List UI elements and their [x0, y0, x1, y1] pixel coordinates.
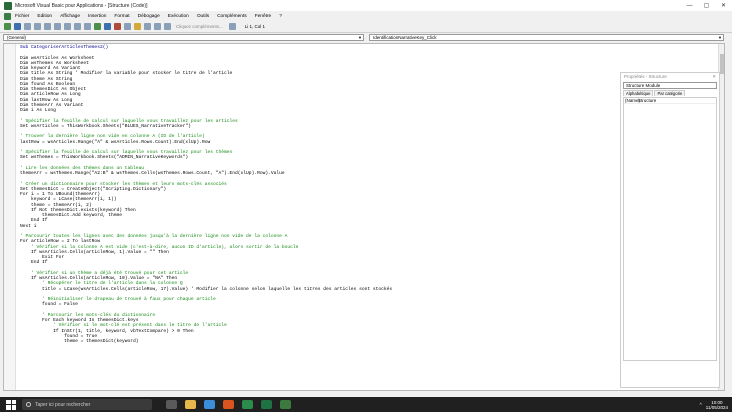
menu-insertion[interactable]: Insertion: [88, 14, 106, 19]
search-placeholder: Taper ici pour rechercher: [35, 401, 91, 408]
windows-taskbar: Taper ici pour rechercher ^ 10:00 11/05/…: [0, 397, 732, 412]
start-windows-icon[interactable]: [6, 399, 16, 410]
minimize-button[interactable]: —: [681, 0, 698, 11]
procedure-combobox[interactable]: IdentificationNarrativeKey_Click ▼: [369, 34, 724, 41]
clock-date: 11/05/2024: [705, 404, 728, 410]
menu-fenetre[interactable]: Fenêtre: [255, 14, 272, 19]
standard-toolbar: Cliquez compléments... Li 1, Col 1: [0, 21, 732, 33]
procedure-combobox-value: IdentificationNarrativeKey_Click: [373, 35, 437, 40]
cursor-position: Li 1, Col 1: [244, 24, 266, 29]
task-view-icon[interactable]: [166, 400, 177, 409]
properties-grid: (Name) Structure: [623, 97, 717, 361]
design-mode-icon[interactable]: [124, 23, 131, 30]
redo-icon[interactable]: [84, 23, 91, 30]
properties-close-icon[interactable]: ✕: [712, 74, 716, 80]
pause-icon[interactable]: [104, 23, 111, 30]
project-explorer-icon[interactable]: [134, 23, 141, 30]
menu-bar: Fichier Edition Affichage Insertion Form…: [0, 11, 732, 21]
file-explorer-icon[interactable]: [185, 400, 196, 409]
menu-affichage[interactable]: Affichage: [60, 14, 80, 19]
excel-view-icon[interactable]: [4, 23, 11, 30]
tab-par-categorie[interactable]: Par catégorie: [654, 90, 686, 96]
menu-edition[interactable]: Edition: [37, 14, 52, 19]
chrome-icon[interactable]: [242, 400, 253, 409]
clock[interactable]: 10:00 11/05/2024: [706, 400, 728, 410]
vba-app-icon: [4, 1, 12, 10]
vba-taskbar-icon[interactable]: [280, 400, 291, 409]
window-title: Microsoft Visual Basic pour Applications…: [15, 2, 148, 9]
undo-icon[interactable]: [74, 23, 81, 30]
vba-editor-window: Microsoft Visual Basic pour Applications…: [0, 0, 732, 412]
cut-icon[interactable]: [34, 23, 41, 30]
toolbar-placeholder: Cliquez compléments...: [176, 24, 223, 29]
title-bar: Microsoft Visual Basic pour Applications…: [0, 0, 732, 11]
menu-outils[interactable]: Outils: [197, 14, 209, 19]
help-icon[interactable]: [228, 23, 236, 30]
tab-alphabetique[interactable]: Alphabétique: [623, 90, 654, 96]
copy-icon[interactable]: [44, 23, 51, 30]
code-text[interactable]: Sub CategoriserArticlesThemes2() Dim wsAr…: [20, 45, 620, 344]
object-combobox-value: (General): [7, 35, 27, 40]
close-button[interactable]: ✕: [715, 0, 732, 11]
run-icon[interactable]: [94, 23, 101, 30]
properties-title: Propriétés - Structure: [624, 74, 667, 79]
system-tray: ^ 10:00 11/05/2024: [700, 400, 732, 410]
menu-help[interactable]: ?: [279, 14, 282, 19]
code-line[interactable]: theme = themesDict(keyword): [20, 339, 620, 344]
firefox-icon[interactable]: [223, 400, 234, 409]
menu-execution[interactable]: Exécution: [168, 14, 189, 19]
properties-window: Propriétés - Structure ✕ Structure Modul…: [620, 72, 720, 388]
properties-object-select[interactable]: Structure Module: [623, 82, 717, 89]
stop-icon[interactable]: [114, 23, 121, 30]
paste-icon[interactable]: [54, 23, 61, 30]
vba-menu-icon[interactable]: [4, 12, 11, 20]
menu-complements[interactable]: Compléments: [217, 14, 247, 19]
scrollbar-thumb[interactable]: [720, 54, 724, 74]
properties-icon[interactable]: [144, 23, 151, 30]
toolbox-icon[interactable]: [164, 23, 171, 30]
code-combos: (General) ▼ IdentificationNarrativeKey_C…: [3, 34, 729, 42]
maximize-button[interactable]: ▢: [698, 0, 715, 11]
property-value[interactable]: Structure: [638, 98, 656, 103]
tray-arrow-icon[interactable]: ^: [700, 402, 702, 407]
edge-icon[interactable]: [204, 400, 215, 409]
property-key: (Name): [625, 98, 641, 103]
property-row[interactable]: (Name) Structure: [624, 98, 716, 104]
excel-icon[interactable]: [261, 400, 272, 409]
insert-module-icon[interactable]: [14, 23, 21, 30]
code-editor[interactable]: Sub CategoriserArticlesThemes2() Dim wsAr…: [3, 43, 725, 391]
chevron-down-icon[interactable]: ▼: [717, 35, 723, 40]
object-browser-icon[interactable]: [154, 23, 161, 30]
chevron-down-icon[interactable]: ▼: [357, 35, 363, 40]
menu-debogage[interactable]: Débogage: [138, 14, 160, 19]
taskbar-search[interactable]: Taper ici pour rechercher: [22, 399, 152, 410]
search-icon: [26, 402, 31, 407]
menu-format[interactable]: Format: [114, 14, 129, 19]
menu-fichier[interactable]: Fichier: [15, 14, 29, 19]
object-combobox[interactable]: (General) ▼: [3, 34, 364, 41]
editor-margin[interactable]: [4, 44, 16, 390]
save-icon[interactable]: [24, 23, 31, 30]
find-icon[interactable]: [64, 23, 71, 30]
